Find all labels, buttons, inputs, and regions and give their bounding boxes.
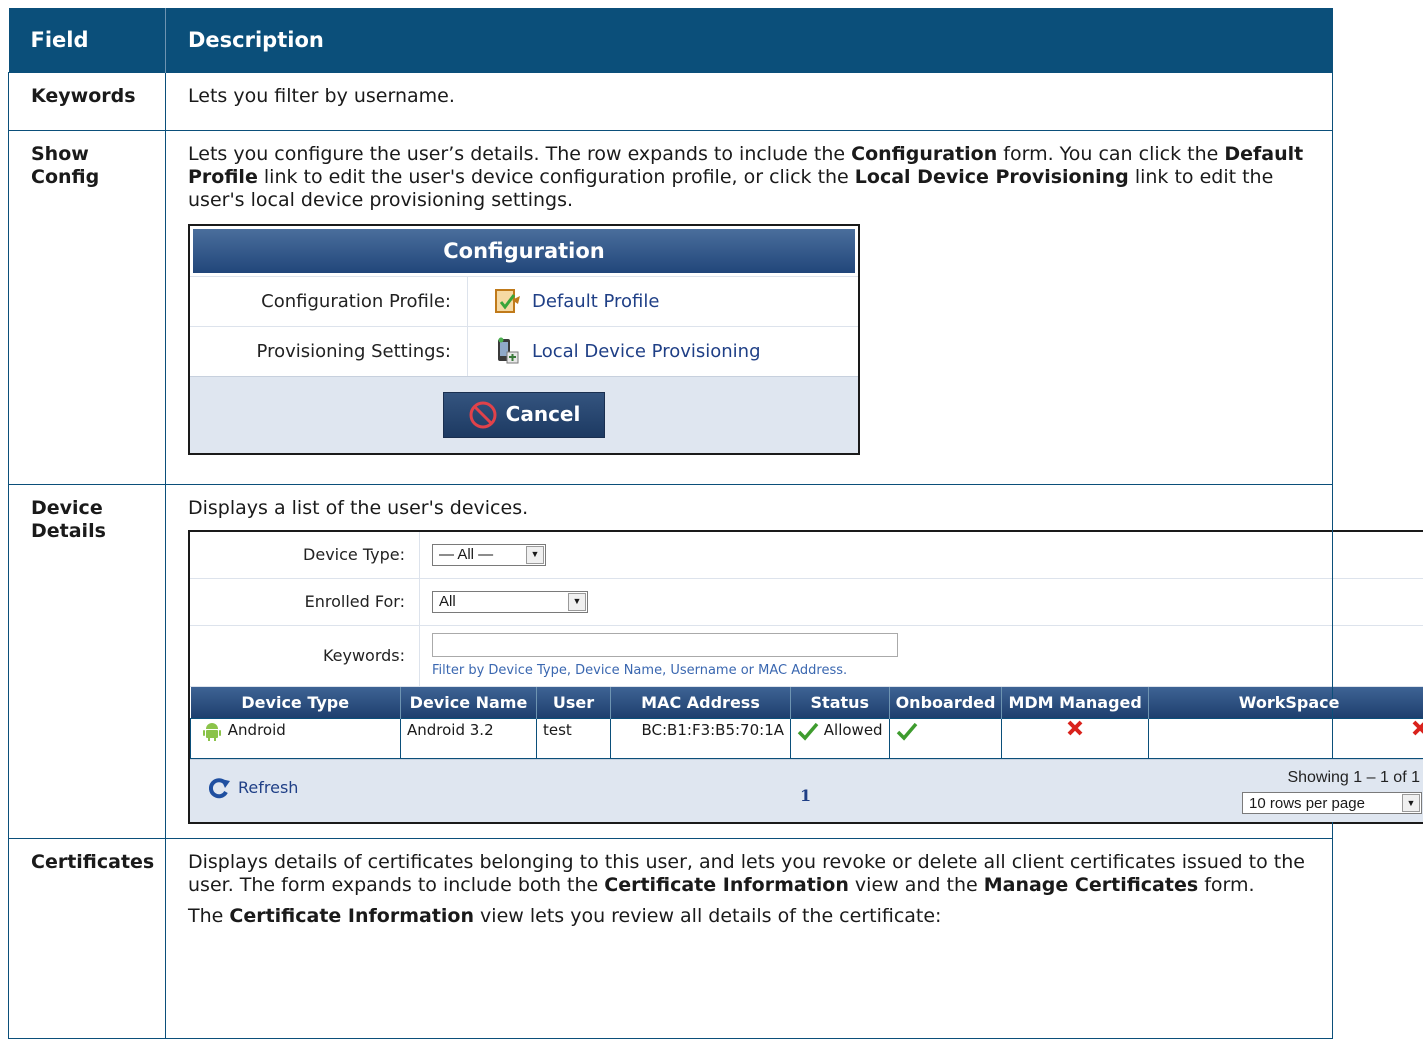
certificates-text: Displays details of certificates belongi… <box>188 851 1308 897</box>
table-row: Keywords Lets you filter by username. <box>9 72 1333 130</box>
col-user[interactable]: User <box>537 687 611 719</box>
config-footer: Cancel <box>190 376 858 453</box>
page-number[interactable]: 1 <box>800 784 811 807</box>
device-type-filter-row: Device Type: — All — ▼ <box>190 532 1423 579</box>
col-device-type[interactable]: Device Type <box>191 687 401 719</box>
device-type-label: Device Type: <box>190 532 420 578</box>
config-profile-label: Configuration Profile: <box>190 277 468 326</box>
mdm-managed-cell <box>1002 719 1148 759</box>
device-type-select[interactable]: — All — ▼ <box>432 544 546 566</box>
enrolled-for-select[interactable]: All ▼ <box>432 591 588 613</box>
config-row-provisioning: Provisioning Settings: Local Device Prov… <box>190 326 858 376</box>
cropped-caption <box>0 0 1423 8</box>
field-keywords: Keywords <box>9 72 166 130</box>
field-device-details: Device Details <box>9 484 166 839</box>
config-provisioning-label: Provisioning Settings: <box>190 327 468 376</box>
device-table-header: Device Type Device Name User MAC Address… <box>191 687 1423 719</box>
check-icon <box>896 721 918 741</box>
local-device-provisioning-label: Local Device Provisioning <box>532 340 761 363</box>
device-list-panel: Device Type: — All — ▼ Enrolled For: <box>188 530 1423 825</box>
table-row[interactable]: Android Android 3.2 test BC:B1:F3:B5:70:… <box>191 719 1423 759</box>
device-name-cell: Android 3.2 <box>401 719 537 759</box>
keywords-filter-label: Keywords: <box>190 626 420 686</box>
keywords-input[interactable] <box>432 633 898 657</box>
chevron-down-icon: ▼ <box>568 593 586 611</box>
cancel-icon <box>468 400 498 430</box>
keywords-hint: Filter by Device Type, Device Name, User… <box>432 659 898 682</box>
header-field: Field <box>9 8 166 72</box>
config-row-profile: Configuration Profile: Default Profile <box>190 276 858 326</box>
user-cell: test <box>537 719 611 759</box>
showing-count: Showing 1 – 1 of 1 <box>1287 766 1420 789</box>
configuration-form-title: Configuration <box>190 226 858 276</box>
certificate-info-text: The Certificate Information view lets yo… <box>188 905 1308 928</box>
device-table-footer: Refresh 1 Showing 1 – 1 of 1 10 rows per… <box>190 759 1423 822</box>
col-onboarded[interactable]: Onboarded <box>889 687 1002 719</box>
cancel-label: Cancel <box>506 403 581 426</box>
workspace-cell <box>1148 719 1423 759</box>
enrolled-for-filter-row: Enrolled For: All ▼ <box>190 579 1423 626</box>
col-workspace[interactable]: WorkSpace <box>1148 687 1423 719</box>
cross-icon <box>1066 719 1084 737</box>
field-description-table: Field Description Keywords Lets you filt… <box>8 8 1333 1039</box>
device-type-cell: Android <box>191 719 401 759</box>
desc-device-details: Displays a list of the user's devices. D… <box>166 484 1333 839</box>
cancel-button[interactable]: Cancel <box>443 392 605 438</box>
table-header-row: Field Description <box>9 8 1333 72</box>
cross-icon <box>1411 719 1423 737</box>
enrolled-for-label: Enrolled For: <box>190 579 420 625</box>
mac-address-cell: BC:B1:F3:B5:70:1A <box>611 719 791 759</box>
col-status[interactable]: Status <box>791 687 890 719</box>
col-device-name[interactable]: Device Name <box>401 687 537 719</box>
check-icon <box>797 721 819 741</box>
default-profile-label: Default Profile <box>532 290 659 313</box>
col-mac-address[interactable]: MAC Address <box>611 687 791 719</box>
local-device-provisioning-link[interactable]: Local Device Provisioning <box>468 327 761 376</box>
show-config-text: Lets you configure the user’s details. T… <box>188 143 1308 212</box>
table-row: Certificates Displays details of certifi… <box>9 839 1333 1039</box>
desc-keywords: Lets you filter by username. <box>166 72 1333 130</box>
desc-show-config: Lets you configure the user’s details. T… <box>166 130 1333 484</box>
col-mdm-managed[interactable]: MDM Managed <box>1002 687 1148 719</box>
desc-certificates: Displays details of certificates belongi… <box>166 839 1333 1039</box>
status-cell: Allowed <box>791 719 890 759</box>
chevron-down-icon: ▼ <box>526 546 544 564</box>
refresh-icon <box>206 777 232 799</box>
chevron-down-icon: ▼ <box>1402 794 1420 812</box>
device-details-text: Displays a list of the user's devices. <box>188 497 1332 520</box>
default-profile-link[interactable]: Default Profile <box>468 277 659 326</box>
configuration-form: Configuration Configuration Profile: Def… <box>188 224 860 455</box>
field-show-config: Show Config <box>9 130 166 484</box>
device-provisioning-icon <box>492 336 522 366</box>
table-row: Device Details Displays a list of the us… <box>9 484 1333 839</box>
field-certificates: Certificates <box>9 839 166 1039</box>
header-description: Description <box>166 8 1333 72</box>
device-table: Device Type Device Name User MAC Address… <box>190 687 1423 760</box>
table-row: Show Config Lets you configure the user’… <box>9 130 1333 484</box>
profile-icon <box>492 286 522 316</box>
android-icon <box>201 720 223 742</box>
onboarded-cell <box>889 719 1002 759</box>
rows-per-page-select[interactable]: 10 rows per page ▼ <box>1242 792 1422 814</box>
refresh-button[interactable]: Refresh <box>206 776 298 799</box>
keywords-filter-row: Keywords: Filter by Device Type, Device … <box>190 626 1423 687</box>
